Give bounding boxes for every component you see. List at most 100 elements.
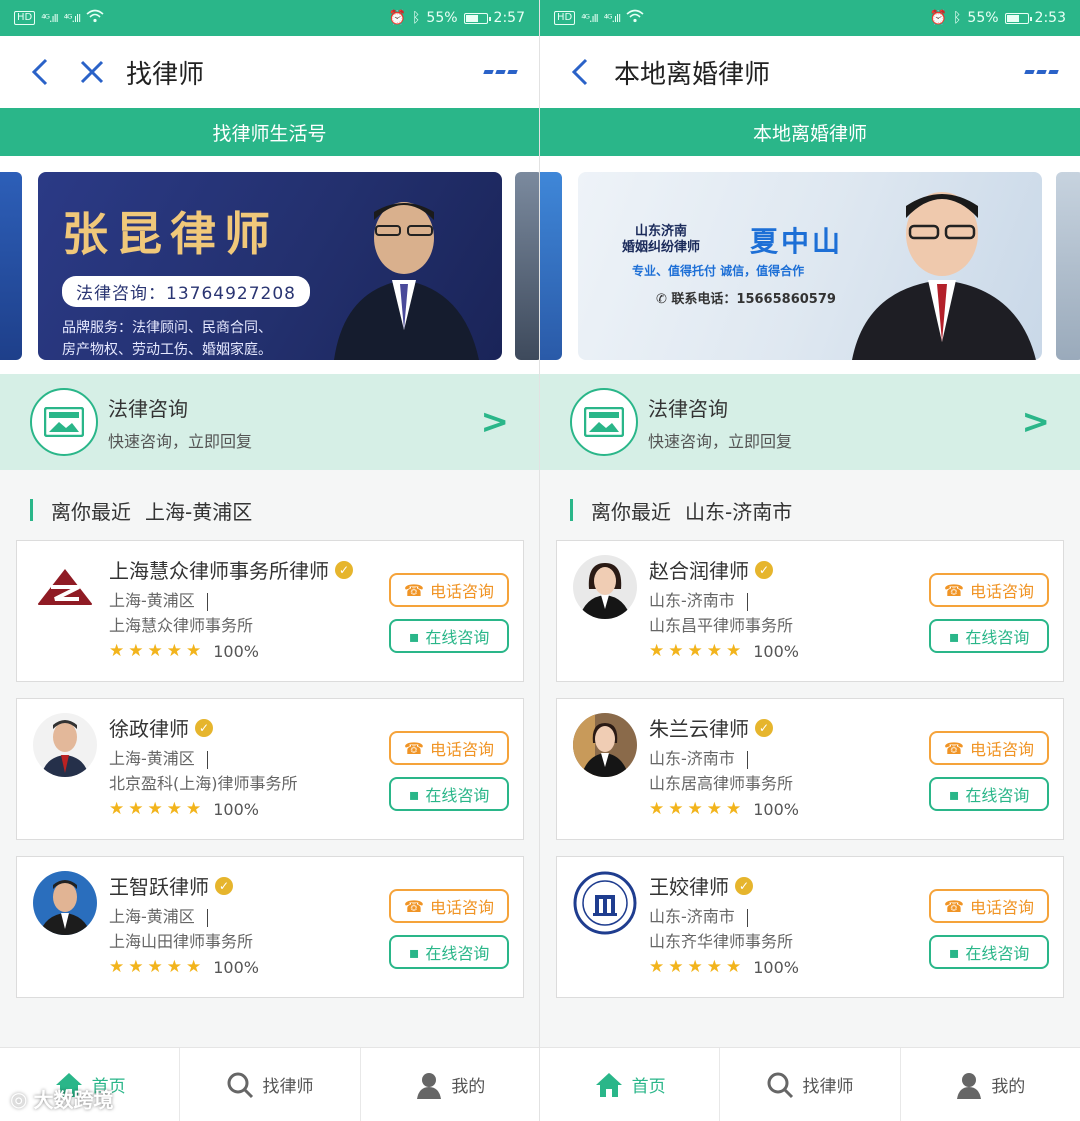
rating-percent: 100%	[213, 641, 259, 661]
phone-consult-button[interactable]: ☎ 电话咨询	[389, 889, 509, 923]
banner-next-peek[interactable]	[515, 172, 539, 360]
lawyer-card[interactable]: 王智跃律师 ✓ 上海-黄浦区 上海山田律师事务所 ★ ★ ★ ★ ★ 100% ☎ 电话咨询 …	[16, 856, 524, 998]
status-bar: HD ⁴ᴳ.ıll ⁴ᴳ.ıll ⏰ ᛒ 55% 2:53	[540, 0, 1080, 36]
battery-icon	[1004, 12, 1032, 24]
hd-indicator: HD	[14, 11, 36, 25]
legal-consult-entry[interactable]: 法律咨询 快速咨询，立即回复 >	[540, 374, 1080, 470]
wifi-icon	[86, 9, 104, 27]
watermark-logo-icon: ◎	[10, 1086, 28, 1111]
chat-icon: ▪	[948, 626, 960, 646]
star-icon: ★	[166, 799, 182, 819]
lawyer-portrait-image	[334, 202, 479, 360]
star-icon: ★	[109, 641, 125, 661]
rating-percent: 100%	[213, 799, 259, 819]
alarm-icon: ⏰	[388, 10, 407, 26]
tab-home[interactable]: 首页	[540, 1048, 721, 1121]
nearest-location: 上海-黄浦区	[145, 499, 253, 524]
search-icon	[767, 1072, 794, 1098]
star-icon: ★	[186, 799, 202, 819]
screen-right: HD ⁴ᴳ.ıll ⁴ᴳ.ıll ⏰ ᛒ 55% 2:53 本地离婚律师 本地离…	[540, 0, 1080, 1121]
tab-mine[interactable]: 我的	[361, 1048, 539, 1121]
star-icon: ★	[147, 799, 163, 819]
star-icon: ★	[706, 957, 722, 977]
star-icon: ★	[649, 641, 665, 661]
banner-slide[interactable]: 张昆律师 法律咨询：13764927208 品牌服务：法律顾问、民商合同、 房产…	[38, 172, 502, 360]
more-menu-button[interactable]	[1018, 62, 1059, 82]
online-consult-button[interactable]: ▪ 在线咨询	[929, 777, 1049, 811]
lawyer-location: 上海-黄浦区	[109, 587, 208, 611]
bluetooth-icon: ᛒ	[412, 10, 421, 26]
phone-consult-button[interactable]: ☎ 电话咨询	[389, 731, 509, 765]
close-button[interactable]	[74, 54, 110, 90]
verified-badge-icon: ✓	[215, 876, 233, 895]
bluetooth-icon: ᛒ	[953, 10, 962, 26]
banner-phone: 法律咨询：13764927208	[62, 276, 310, 307]
more-menu-button[interactable]	[477, 62, 518, 82]
legal-consult-entry[interactable]: 法律咨询 快速咨询，立即回复 >	[0, 374, 539, 470]
consult-title: 法律咨询	[648, 396, 728, 421]
signal-icon: ⁴ᴳ.ıll	[63, 11, 81, 25]
lawyer-firm: 山东居高律师事务所	[649, 774, 794, 793]
section-marker	[30, 499, 33, 521]
consult-subtitle: 快速咨询，立即回复	[648, 431, 793, 451]
lawyer-location: 山东-济南市	[649, 745, 748, 769]
lawyer-name: 王姣律师	[649, 875, 729, 899]
chevron-left-icon	[31, 58, 48, 86]
verified-badge-icon: ✓	[755, 560, 773, 579]
lawyer-card[interactable]: 朱兰云律师 ✓ 山东-济南市 山东居高律师事务所 ★ ★ ★ ★ ★ 100% ☎ 电话咨询 …	[556, 698, 1064, 840]
online-consult-button[interactable]: ▪ 在线咨询	[929, 619, 1049, 653]
banner-prev-peek[interactable]	[540, 172, 562, 360]
rating-percent: 100%	[753, 641, 799, 661]
nearest-label: 离你最近	[591, 499, 671, 524]
banner-prev-peek[interactable]	[0, 172, 22, 360]
lawyer-firm: 上海慧众律师事务所	[109, 616, 254, 635]
banner-carousel[interactable]: 张昆律师 法律咨询：13764927208 品牌服务：法律顾问、民商合同、 房产…	[0, 156, 539, 374]
chat-icon: ▪	[408, 784, 420, 804]
phone-consult-button[interactable]: ☎ 电话咨询	[389, 573, 509, 607]
tab-mine[interactable]: 我的	[901, 1048, 1080, 1121]
rating: ★ ★ ★ ★ ★ 100%	[649, 799, 799, 819]
battery-percent: 55%	[967, 10, 999, 26]
lawyer-card[interactable]: 王姣律师 ✓ 山东-济南市 山东齐华律师事务所 ★ ★ ★ ★ ★ 100% ☎ 电话咨询 ▪…	[556, 856, 1064, 998]
rating: ★ ★ ★ ★ ★ 100%	[109, 957, 259, 977]
lawyer-card[interactable]: 赵合润律师 ✓ 山东-济南市 山东昌平律师事务所 ★ ★ ★ ★ ★ 100% ☎ 电话咨询 …	[556, 540, 1064, 682]
lawyer-emblem-avatar	[573, 871, 637, 935]
lawyer-avatar	[33, 713, 97, 777]
lawyer-avatar	[573, 555, 637, 619]
page-banner-bar: 本地离婚律师	[540, 108, 1080, 156]
rating-percent: 100%	[753, 799, 799, 819]
lawyer-card[interactable]: 徐政律师 ✓ 上海-黄浦区 北京盈科(上海)律师事务所 ★ ★ ★ ★ ★ 100% ☎ 电话…	[16, 698, 524, 840]
phone-consult-button[interactable]: ☎ 电话咨询	[929, 573, 1049, 607]
alarm-icon: ⏰	[929, 10, 948, 26]
banner-slide[interactable]: 山东济南 婚姻纠纷律师 夏中山 专业、值得托付 诚信，值得合作 ✆ 联系电话：1…	[578, 172, 1042, 360]
chat-icon: ▪	[408, 626, 420, 646]
tab-find-lawyer[interactable]: 找律师	[180, 1048, 361, 1121]
online-consult-button[interactable]: ▪ 在线咨询	[929, 935, 1049, 969]
banner-carousel[interactable]: 山东济南 婚姻纠纷律师 夏中山 专业、值得托付 诚信，值得合作 ✆ 联系电话：1…	[540, 156, 1080, 374]
hd-indicator: HD	[554, 11, 576, 25]
phone-icon: ☎	[404, 896, 424, 916]
firm-logo-avatar	[33, 555, 97, 619]
rating-percent: 100%	[213, 957, 259, 977]
lawyer-firm: 北京盈科(上海)律师事务所	[109, 774, 298, 793]
phone-icon: ☎	[944, 738, 964, 758]
battery-icon	[463, 12, 491, 24]
phone-icon: ☎	[944, 580, 964, 600]
banner-next-peek[interactable]	[1056, 172, 1080, 360]
online-consult-button[interactable]: ▪ 在线咨询	[389, 935, 509, 969]
star-icon: ★	[706, 799, 722, 819]
online-consult-button[interactable]: ▪ 在线咨询	[389, 777, 509, 811]
back-button[interactable]	[562, 54, 598, 90]
online-consult-button[interactable]: ▪ 在线咨询	[389, 619, 509, 653]
back-button[interactable]	[22, 54, 58, 90]
phone-consult-button[interactable]: ☎ 电话咨询	[929, 889, 1049, 923]
star-icon: ★	[649, 799, 665, 819]
star-icon: ★	[109, 957, 125, 977]
close-icon	[80, 60, 104, 84]
phone-consult-button[interactable]: ☎ 电话咨询	[929, 731, 1049, 765]
battery-percent: 55%	[426, 10, 458, 26]
page-title: 找律师	[126, 59, 205, 90]
tab-find-lawyer[interactable]: 找律师	[720, 1048, 901, 1121]
lawyer-card[interactable]: 上海慧众律师事务所律师 ✓ 上海-黄浦区 上海慧众律师事务所 ★ ★ ★ ★ ★ 100% …	[16, 540, 524, 682]
star-icon: ★	[649, 957, 665, 977]
